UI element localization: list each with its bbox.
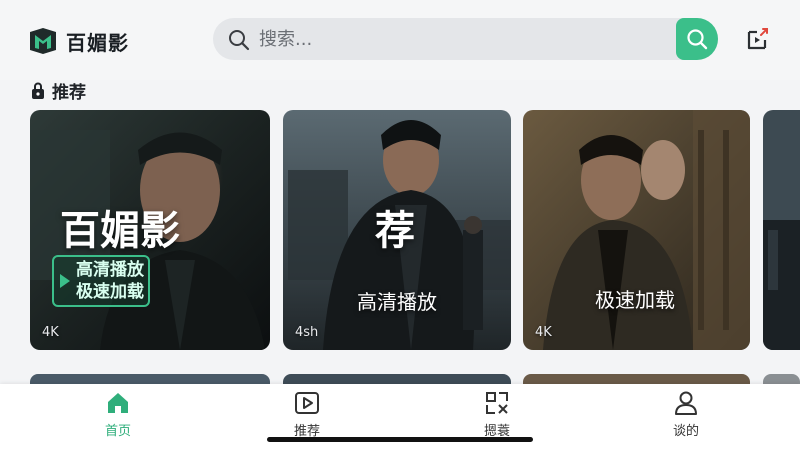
cast-icon[interactable] bbox=[745, 26, 771, 52]
video-card[interactable] bbox=[763, 110, 800, 350]
user-icon bbox=[675, 391, 697, 415]
tab-label: 谈的 bbox=[672, 424, 699, 439]
poster-image bbox=[523, 110, 750, 350]
poster-image bbox=[763, 110, 800, 350]
home-icon bbox=[108, 393, 128, 413]
badge-line-1: 高清播放 bbox=[76, 260, 144, 280]
card-subtitle: 高清播放 bbox=[357, 290, 437, 314]
home-indicator[interactable] bbox=[267, 437, 533, 442]
search-icon bbox=[229, 30, 250, 51]
tab-discover[interactable]: 摁蓑 bbox=[457, 390, 537, 439]
badge-line-2: 极速加载 bbox=[76, 282, 144, 302]
grid-icon bbox=[486, 392, 508, 414]
app-name: 百媚影 bbox=[66, 30, 129, 55]
play-icon bbox=[60, 274, 70, 288]
app-logo[interactable]: 百媚影 bbox=[28, 26, 129, 56]
search-input[interactable] bbox=[259, 24, 659, 54]
feature-badge: 高清播放 极速加载 bbox=[52, 255, 150, 307]
tab-profile[interactable]: 谈的 bbox=[646, 390, 726, 439]
card-title: 百媚影 bbox=[60, 208, 180, 254]
play-icon bbox=[295, 392, 319, 414]
video-card[interactable]: 极速加载 4K bbox=[523, 110, 750, 350]
card-title: 荐 bbox=[375, 208, 415, 254]
section-title: 推荐 bbox=[52, 83, 86, 103]
logo-icon bbox=[30, 28, 56, 54]
search-bar[interactable] bbox=[213, 18, 718, 60]
search-button[interactable] bbox=[676, 18, 718, 60]
section-header: 推荐 bbox=[30, 78, 86, 103]
quality-label: 4K bbox=[42, 325, 59, 340]
quality-label: 4sh bbox=[295, 325, 319, 340]
tab-label: 首页 bbox=[104, 424, 131, 439]
lock-icon bbox=[32, 82, 44, 99]
search-icon bbox=[687, 29, 708, 50]
quality-label: 4K bbox=[535, 325, 552, 340]
tab-home[interactable]: 首页 bbox=[78, 390, 158, 439]
top-bar: 百媚影 bbox=[0, 0, 800, 80]
tab-recommend[interactable]: 推荐 bbox=[267, 390, 347, 439]
card-title: 极速加载 bbox=[595, 288, 675, 312]
video-card[interactable]: 百媚影 高清播放 极速加载 4K bbox=[30, 110, 270, 350]
video-card[interactable]: 荐 高清播放 4sh bbox=[283, 110, 511, 350]
